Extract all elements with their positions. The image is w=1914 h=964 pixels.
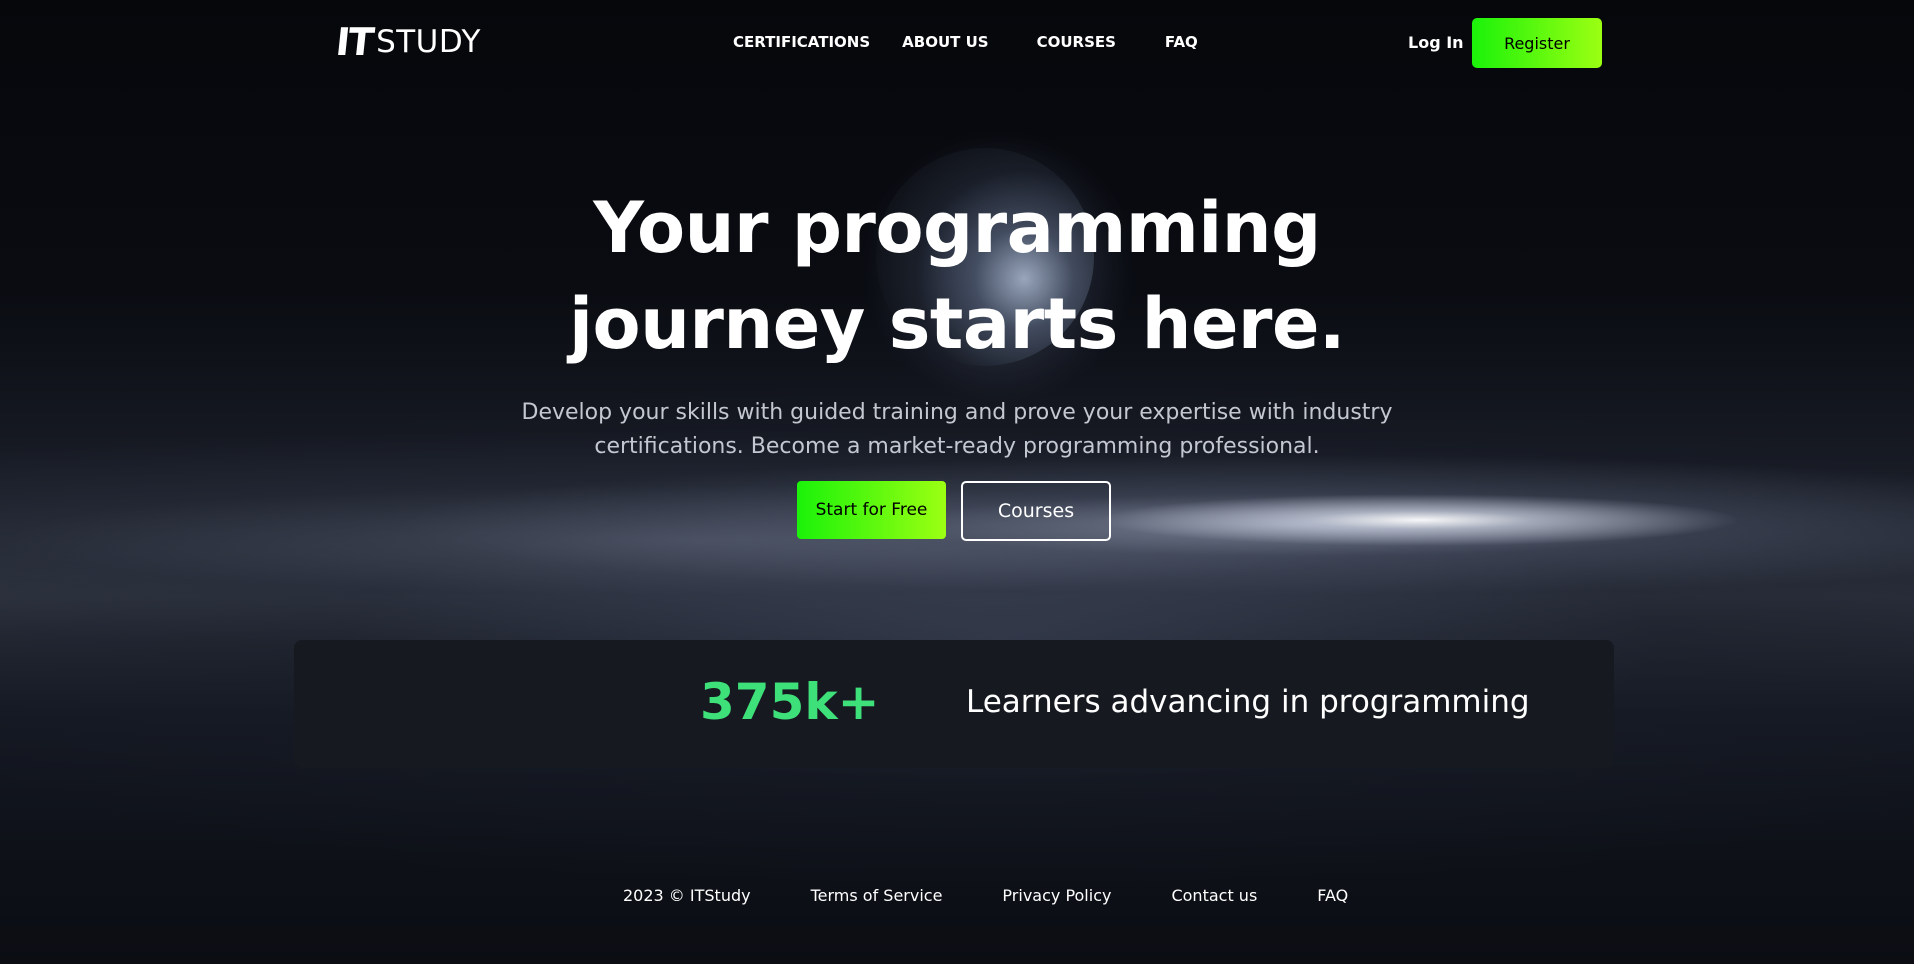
- top-navigation: IT STUDY CERTIFICATIONS ABOUT US COURSES…: [0, 0, 1914, 86]
- nav-link-certifications[interactable]: CERTIFICATIONS: [733, 33, 870, 51]
- footer: 2023 © ITStudy Terms of Service Privacy …: [623, 886, 1348, 905]
- main-menu: CERTIFICATIONS ABOUT US COURSES FAQ: [733, 33, 1198, 51]
- start-for-free-button[interactable]: Start for Free: [797, 481, 946, 539]
- hero-title-line-2: journey starts here.: [568, 283, 1346, 365]
- footer-contact-link[interactable]: Contact us: [1171, 886, 1257, 905]
- courses-button[interactable]: Courses: [961, 481, 1111, 541]
- itstudy-logo[interactable]: IT STUDY: [333, 20, 481, 64]
- learners-count: 375k+: [700, 673, 880, 731]
- footer-copyright: 2023 © ITStudy: [623, 886, 751, 905]
- nav-link-courses[interactable]: COURSES: [1037, 33, 1116, 51]
- hero-subtitle-line-2: certifications. Become a market-ready pr…: [594, 434, 1320, 459]
- logo-text: STUDY: [376, 24, 481, 60]
- hero-subtitle: Develop your skills with guided training…: [507, 396, 1407, 464]
- register-button[interactable]: Register: [1472, 18, 1602, 68]
- landing-page: IT STUDY CERTIFICATIONS ABOUT US COURSES…: [0, 0, 1914, 964]
- stats-band: 375k+ Learners advancing in programming: [294, 640, 1614, 768]
- hero-title-line-1: Your programming: [593, 187, 1321, 269]
- learners-label: Learners advancing in programming: [966, 684, 1530, 720]
- footer-terms-link[interactable]: Terms of Service: [811, 886, 943, 905]
- hero-subtitle-line-1: Develop your skills with guided training…: [521, 400, 1393, 425]
- nav-link-about-us[interactable]: ABOUT US: [902, 33, 988, 51]
- nav-link-faq[interactable]: FAQ: [1165, 33, 1198, 51]
- footer-faq-link[interactable]: FAQ: [1317, 886, 1348, 905]
- footer-privacy-link[interactable]: Privacy Policy: [1002, 886, 1111, 905]
- hero-title: Your programming journey starts here.: [457, 180, 1457, 372]
- login-link[interactable]: Log In: [1408, 33, 1464, 52]
- logo-mark: IT: [333, 20, 375, 64]
